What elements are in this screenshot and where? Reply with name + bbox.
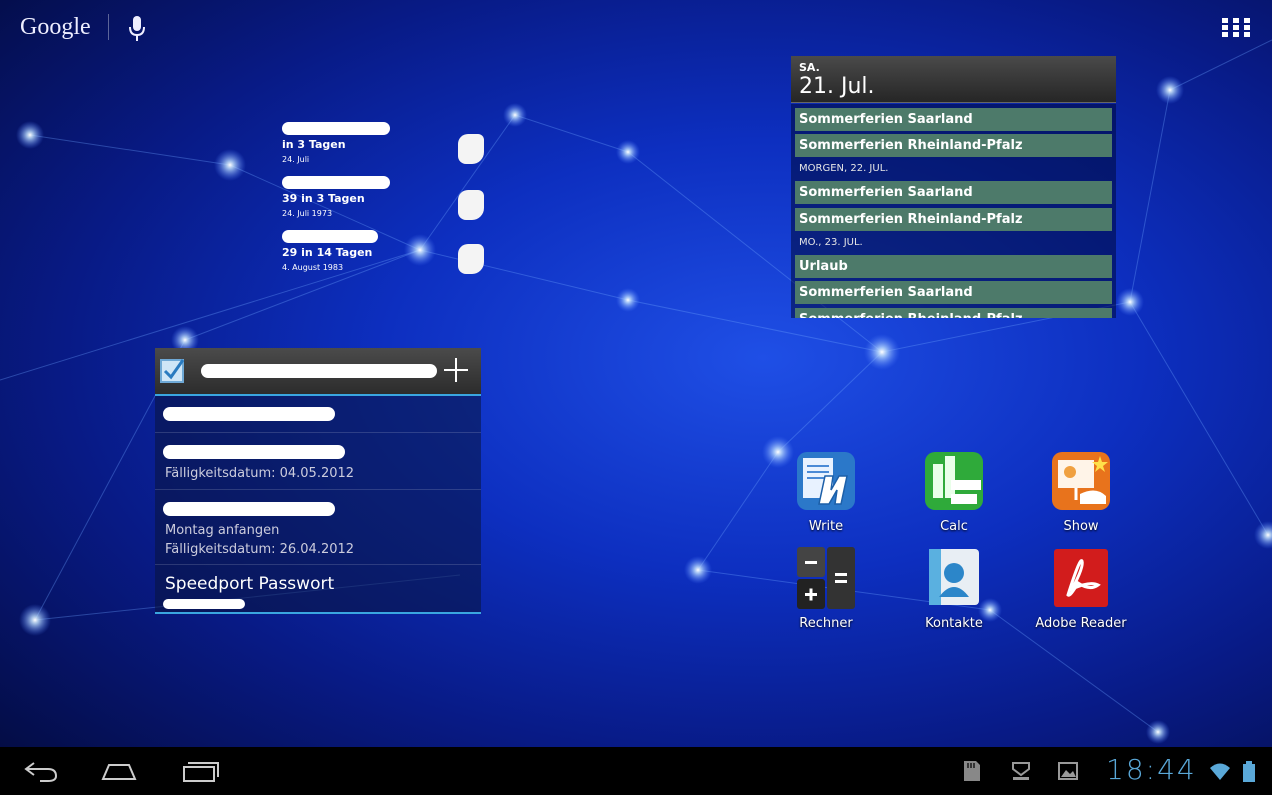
back-icon[interactable] (20, 757, 60, 785)
contacts-app-icon (929, 549, 979, 605)
checkbox-icon (160, 359, 185, 383)
contact-photo (458, 190, 484, 220)
app-label: Calc (940, 519, 968, 534)
system-bar: 18:44 (0, 747, 1272, 795)
calendar-event[interactable]: Sommerferien Rheinland-Pfalz (795, 134, 1112, 157)
birthday-when: 39 in 3 Tagen (282, 192, 365, 205)
calendar-event[interactable]: Sommerferien Saarland (795, 181, 1112, 204)
birthday-item[interactable]: 29 in 14 Tagen 4. August 1983 (282, 226, 492, 276)
sd-card-icon[interactable] (960, 759, 982, 783)
calendar-widget[interactable]: SA. 21. Jul. Sommerferien Saarland Somme… (791, 56, 1116, 318)
app-write[interactable]: Write (776, 450, 876, 542)
app-label: Adobe Reader (1035, 616, 1127, 631)
show-app-icon (1052, 452, 1110, 510)
app-label: Show (1063, 519, 1099, 534)
task-due-date: Fälligkeitsdatum: 04.05.2012 (165, 466, 355, 481)
wifi-icon (1210, 763, 1230, 780)
app-label: Rechner (799, 616, 853, 631)
calendar-agenda[interactable]: Sommerferien Saarland Sommerferien Rhein… (791, 104, 1116, 318)
task-item[interactable]: Montag anfangen Fälligkeitsdatum: 26.04.… (155, 490, 481, 565)
home-icon[interactable] (99, 757, 139, 785)
task-item[interactable]: Fälligkeitsdatum: 04.05.2012 (155, 433, 481, 490)
app-label: Kontakte (925, 616, 983, 631)
redacted-task-title (163, 502, 335, 516)
calendar-day-header: MO., 23. JUL. (799, 237, 863, 248)
birthday-when: 29 in 14 Tagen (282, 246, 373, 259)
calc-app-icon (925, 452, 983, 510)
all-apps-icon[interactable] (1222, 18, 1250, 38)
birthday-item[interactable]: in 3 Tagen 24. Juli (282, 118, 492, 168)
task-due-date: Fälligkeitsdatum: 26.04.2012 (165, 542, 355, 557)
calendar-header: SA. 21. Jul. (791, 56, 1116, 103)
redacted-task-title (163, 445, 345, 459)
battery-icon (1243, 761, 1255, 782)
birthday-widget: in 3 Tagen 24. Juli 39 in 3 Tagen 24. Ju… (282, 118, 492, 278)
redacted-task-title (163, 407, 335, 421)
calendar-day-header: MORGEN, 22. JUL. (799, 163, 889, 174)
calendar-event[interactable]: Sommerferien Rheinland-Pfalz (795, 208, 1112, 231)
tasks-bottom-divider (155, 612, 481, 614)
adobe-reader-app-icon (1054, 549, 1108, 607)
birthday-date: 24. Juli (282, 155, 310, 164)
app-label: Write (808, 519, 844, 534)
birthday-when: in 3 Tagen (282, 138, 346, 151)
redacted-list-title[interactable] (201, 364, 437, 378)
app-calc[interactable]: Calc (904, 450, 1004, 542)
app-adobe-reader[interactable]: Adobe Reader (1031, 547, 1131, 639)
calendar-event[interactable]: Sommerferien Saarland (795, 281, 1112, 304)
task-item[interactable]: Speedport Passwort (155, 565, 481, 611)
sync-icon[interactable] (1010, 759, 1032, 783)
redacted-name (282, 230, 378, 243)
calendar-date: 21. Jul. (799, 74, 875, 99)
tasks-widget: Fälligkeitsdatum: 04.05.2012 Montag anfa… (155, 348, 481, 614)
status-clock[interactable]: 18:44 (1106, 753, 1197, 786)
microphone-icon[interactable] (128, 16, 146, 42)
screenshot-icon[interactable] (1057, 759, 1079, 783)
calendar-day-of-week: SA. (799, 61, 820, 74)
redacted-name (282, 122, 390, 135)
task-title: Speedport Passwort (165, 574, 335, 594)
calendar-event[interactable]: Urlaub (795, 255, 1112, 278)
tasks-header (155, 348, 481, 396)
add-task-icon[interactable] (443, 357, 469, 383)
calendar-event[interactable]: Sommerferien Saarland (795, 108, 1112, 131)
birthday-date: 24. Juli 1973 (282, 209, 333, 218)
google-search-logo[interactable]: Google (20, 14, 91, 41)
write-app-icon (797, 452, 855, 510)
calendar-event[interactable]: Sommerferien Rheinland-Pfalz (795, 308, 1112, 318)
top-bar: Google (0, 0, 1272, 56)
calculator-app-icon (797, 547, 855, 609)
app-rechner[interactable]: Rechner (776, 547, 876, 639)
task-item[interactable] (155, 396, 481, 433)
contact-photo (458, 244, 484, 274)
redacted-task-note (163, 599, 245, 609)
redacted-name (282, 176, 390, 189)
search-divider (108, 14, 109, 40)
contact-photo (458, 134, 484, 164)
app-show[interactable]: Show (1031, 450, 1131, 542)
birthday-item[interactable]: 39 in 3 Tagen 24. Juli 1973 (282, 172, 492, 222)
recent-apps-icon[interactable] (180, 757, 220, 785)
task-note: Montag anfangen (165, 523, 280, 538)
birthday-date: 4. August 1983 (282, 263, 344, 272)
app-kontakte[interactable]: Kontakte (904, 547, 1004, 639)
